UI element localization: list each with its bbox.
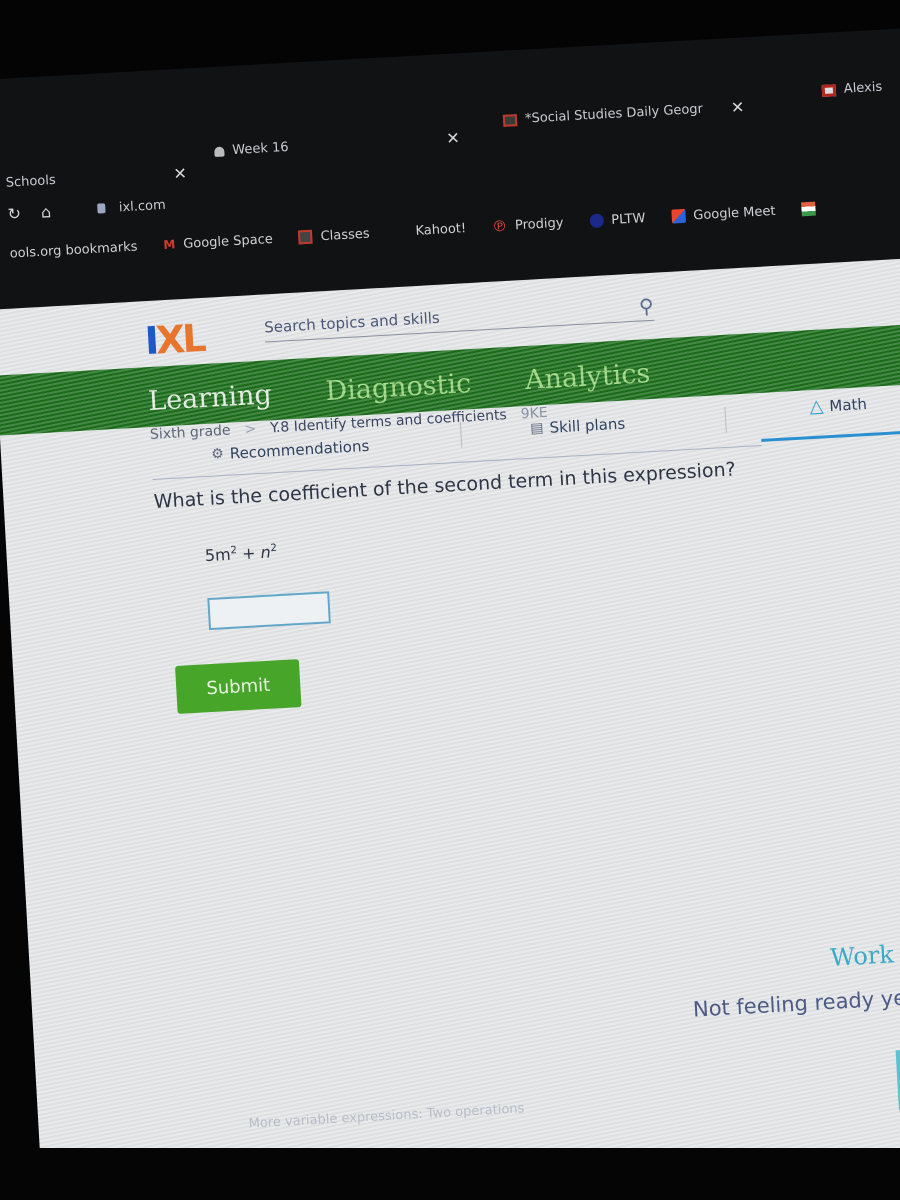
bookmark-item[interactable]: ℗ Prodigy: [491, 214, 564, 236]
tab-alexis[interactable]: Alexis: [821, 79, 883, 98]
ixl-page: I XL ⚲ Learning Diagnostic Analytics ⚙ R…: [0, 256, 900, 1200]
subtab-recommendations[interactable]: ⚙ Recommendations: [211, 437, 370, 464]
subtab-label: Recommendations: [229, 436, 370, 463]
breadcrumb-separator: >: [244, 421, 257, 438]
divider: [724, 406, 727, 433]
tab-title: Alexis: [843, 79, 883, 97]
recommendations-icon: ⚙: [210, 445, 225, 463]
tab-learning[interactable]: Learning: [147, 379, 272, 417]
skill-code: 9KE: [520, 404, 549, 423]
tab-week-16[interactable]: Week 16 ✕: [214, 128, 460, 161]
url-text[interactable]: ixl.com: [118, 197, 166, 215]
gmail-icon: M: [162, 237, 176, 253]
work-it-out-heading: Work it ou: [829, 937, 900, 972]
not-ready-text: Not feeling ready yet?: [692, 984, 900, 1022]
search-icon[interactable]: ⚲: [638, 293, 654, 318]
bookmark-item[interactable]: M Google Space: [163, 231, 273, 252]
close-icon[interactable]: ✕: [730, 97, 744, 117]
monitor-bezel-bottom: [0, 1148, 900, 1200]
subtab-math[interactable]: △ Math: [808, 393, 868, 418]
search-bar: ⚲: [263, 290, 655, 343]
prodigy-icon: ℗: [491, 216, 508, 236]
bookmark-label: Google Meet: [692, 203, 776, 223]
bookmark-label: PLTW: [610, 210, 646, 228]
help-panel[interactable]: [895, 1043, 900, 1111]
lock-icon: [96, 203, 106, 214]
logo-xl: XL: [154, 315, 205, 363]
tab-social-studies[interactable]: *Social Studies Daily Geogr ✕: [502, 97, 745, 129]
active-tab-indicator: [761, 427, 900, 442]
bookmark-item[interactable]: PLTW: [588, 210, 646, 229]
math-pyramid-icon: △: [808, 395, 824, 418]
tab-title: Schools: [5, 172, 57, 191]
bookmark-item[interactable]: Google Meet: [670, 203, 776, 224]
tab-analytics[interactable]: Analytics: [524, 358, 651, 396]
reload-icon[interactable]: ↻: [7, 203, 21, 223]
math-expression: 5m2 + n2: [204, 542, 278, 566]
skill-plans-icon: ▤: [529, 420, 544, 437]
home-icon[interactable]: ⌂: [40, 202, 51, 222]
classroom-icon: [298, 229, 314, 245]
related-skill-link[interactable]: More variable expressions: Two operation…: [248, 1101, 524, 1131]
submit-button[interactable]: Submit: [175, 659, 302, 714]
bookmark-label: Google Space: [182, 231, 274, 252]
close-icon[interactable]: ✕: [173, 164, 187, 184]
bookmark-label: Kahoot!: [415, 220, 467, 239]
bookmark-item[interactable]: ools.org bookmarks: [9, 239, 137, 261]
pltw-icon: [588, 213, 604, 229]
exponent-2: 2: [270, 542, 278, 555]
term-1: 5m: [204, 544, 232, 566]
tab-title: *Social Studies Daily Geogr: [524, 101, 704, 127]
ixl-logo[interactable]: I XL: [144, 316, 205, 363]
flag-icon: [801, 201, 816, 217]
bookmark-item[interactable]: [801, 201, 816, 217]
subtab-label: Math: [828, 394, 868, 415]
bookmark-label: ools.org bookmarks: [9, 238, 138, 262]
meet-icon: [670, 208, 686, 224]
bookmark-label: Prodigy: [514, 215, 564, 233]
search-input[interactable]: [263, 300, 585, 337]
bookmark-label: Classes: [320, 226, 370, 244]
answer-input[interactable]: [207, 591, 331, 631]
subtab-label: Skill plans: [549, 414, 626, 437]
tab-diagnostic[interactable]: Diagnostic: [325, 368, 472, 407]
browser-window: Schools ✕ Week 16 ✕ *Social Studies Dail…: [0, 26, 900, 1200]
gmail-icon: [821, 83, 837, 97]
close-icon[interactable]: ✕: [446, 128, 460, 148]
operator: +: [236, 543, 262, 564]
classroom-icon: [502, 113, 518, 127]
user-icon: [214, 145, 225, 157]
tab-title: Week 16: [231, 139, 289, 159]
bookmark-item[interactable]: Kahoot!: [415, 221, 466, 239]
bookmark-item[interactable]: Classes: [298, 226, 370, 245]
